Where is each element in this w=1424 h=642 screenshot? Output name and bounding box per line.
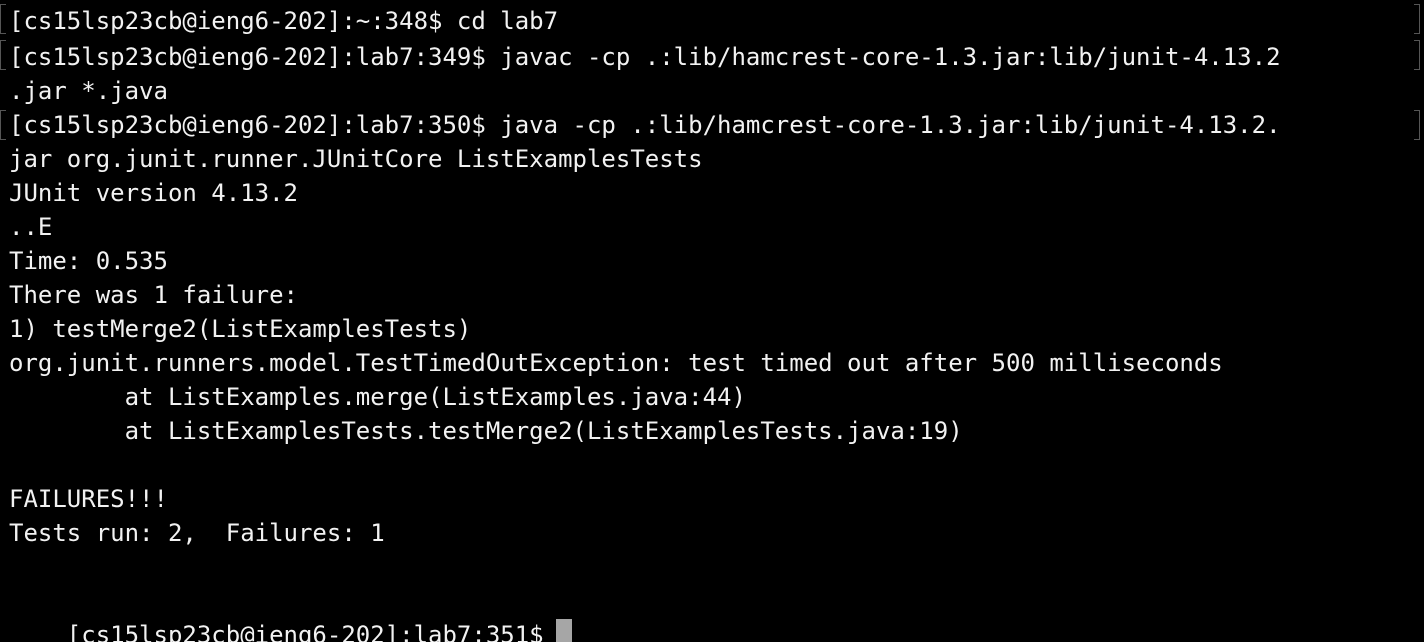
terminal-line: at ListExamples.merge(ListExamples.java:… [9,383,746,411]
terminal-line: There was 1 failure: [9,281,298,309]
text-cursor[interactable] [555,619,572,642]
shell-prompt: [cs15lsp23cb@ieng6-202]:lab7:351$ [66,621,544,642]
terminal-line: at ListExamplesTests.testMerge2(ListExam… [9,417,963,445]
terminal-line: FAILURES!!! [9,485,168,513]
terminal-line: jar org.junit.runner.JUnitCore ListExamp… [9,145,703,173]
mark-bracket-right [1414,110,1420,140]
terminal-window[interactable]: [cs15lsp23cb@ieng6-202]:~:348$ cd lab7 [… [0,0,1424,642]
terminal-line: org.junit.runners.model.TestTimedOutExce… [9,349,1223,377]
terminal-line: Time: 0.535 [9,247,168,275]
terminal-line: [cs15lsp23cb@ieng6-202]:~:348$ cd lab7 [9,7,559,35]
terminal-line: [cs15lsp23cb@ieng6-202]:lab7:349$ javac … [9,43,1281,71]
terminal-line: [cs15lsp23cb@ieng6-202]:lab7:350$ java -… [9,111,1281,139]
mark-bracket-right [1414,4,1420,34]
mark-bracket-left [0,110,6,140]
top-edge [0,0,1424,2]
terminal-line: JUnit version 4.13.2 [9,179,298,207]
mark-bracket-right [1414,40,1420,70]
terminal-line: Tests run: 2, Failures: 1 [9,519,385,547]
terminal-line: .jar *.java [9,77,168,105]
terminal-line: 1) testMerge2(ListExamplesTests) [9,315,472,343]
mark-bracket-left [0,40,6,70]
prompt-line[interactable]: [cs15lsp23cb@ieng6-202]:lab7:351$ [9,584,572,642]
terminal-line: ..E [9,213,53,241]
mark-bracket-left [0,4,6,34]
